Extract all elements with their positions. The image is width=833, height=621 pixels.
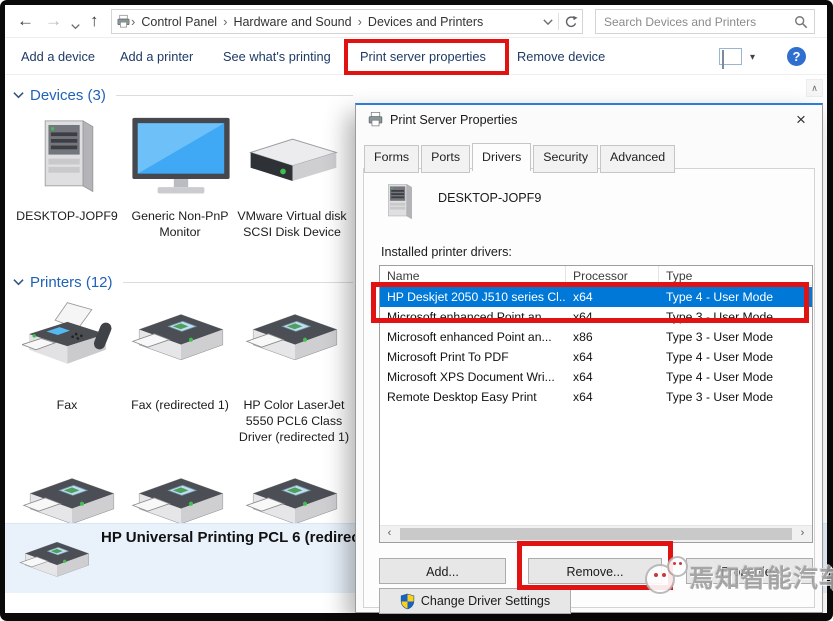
- printer-icon[interactable]: [131, 303, 231, 378]
- printer-icon: [19, 534, 95, 591]
- search-icon: [794, 15, 808, 29]
- driver-type: Type 4 - User Mode: [659, 367, 812, 387]
- disk-drive-icon[interactable]: [243, 133, 343, 196]
- driver-row[interactable]: Remote Desktop Easy Print x64 Type 3 - U…: [380, 387, 812, 407]
- add-button-label: Add...: [426, 565, 459, 579]
- printers-section-title: Printers (12): [30, 274, 113, 291]
- dialog-title: Print Server Properties: [390, 113, 517, 127]
- breadcrumb-control-panel[interactable]: Control Panel: [135, 15, 223, 29]
- devices-section-header[interactable]: Devices (3): [13, 85, 353, 105]
- tab-ports[interactable]: Ports: [421, 145, 470, 173]
- address-bar[interactable]: › Control Panel › Hardware and Sound › D…: [111, 9, 583, 34]
- address-dropdown-icon[interactable]: [543, 18, 553, 26]
- up-icon[interactable]: ↑: [90, 11, 99, 31]
- section-divider: [116, 95, 353, 96]
- dialog-tabs: Forms Ports Drivers Security Advanced: [364, 143, 677, 171]
- search-input[interactable]: [602, 14, 794, 30]
- watermark: 焉知智能汽车: [645, 556, 833, 598]
- driver-name: Microsoft enhanced Point an...: [380, 327, 566, 347]
- printer-label[interactable]: Fax: [11, 397, 123, 413]
- driver-row[interactable]: Microsoft Print To PDF x64 Type 4 - User…: [380, 347, 812, 367]
- section-divider: [123, 282, 353, 283]
- printer-label[interactable]: HP Color LaserJet 5550 PCL6 Class Driver…: [238, 397, 350, 445]
- remove-device-button[interactable]: Remove device: [517, 49, 605, 64]
- driver-processor: x64: [566, 367, 659, 387]
- computer-tower-icon[interactable]: [32, 109, 106, 206]
- printer-icon[interactable]: [245, 303, 345, 378]
- tab-forms[interactable]: Forms: [364, 145, 419, 173]
- driver-type: Type 3 - User Mode: [659, 387, 812, 407]
- driver-processor: x64: [566, 347, 659, 367]
- device-label[interactable]: Generic Non-PnP Monitor: [124, 208, 236, 240]
- printer-icon: [367, 111, 384, 133]
- device-label[interactable]: DESKTOP-JOPF9: [11, 208, 123, 224]
- monitor-icon[interactable]: [127, 113, 235, 206]
- driver-type: Type 3 - User Mode: [659, 327, 812, 347]
- thumbnail-icon: [722, 50, 724, 69]
- breadcrumb-hardware-and-sound[interactable]: Hardware and Sound: [227, 15, 357, 29]
- tab-advanced[interactable]: Advanced: [600, 145, 675, 173]
- printer-label[interactable]: Fax (redirected 1): [124, 397, 236, 413]
- driver-name: Microsoft Print To PDF: [380, 347, 566, 367]
- back-icon[interactable]: ←: [17, 11, 34, 31]
- help-button[interactable]: ?: [787, 47, 806, 66]
- view-options-icon[interactable]: [719, 48, 742, 65]
- horizontal-scrollbar[interactable]: ‹ ›: [380, 525, 812, 542]
- address-bar-divider: [558, 13, 559, 30]
- tab-drivers[interactable]: Drivers: [472, 143, 531, 171]
- watermark-text: 焉知智能汽车: [689, 559, 833, 595]
- collapse-chevron-icon: [13, 91, 24, 99]
- screenshot-frame: ← → ↑ › Control Panel › Hardware and Sou…: [0, 0, 833, 621]
- recent-pages-chevron-icon[interactable]: [71, 17, 80, 35]
- driver-type: Type 4 - User Mode: [659, 347, 812, 367]
- add-a-device-button[interactable]: Add a device: [21, 49, 95, 64]
- uac-shield-icon: [400, 593, 415, 610]
- driver-name: Microsoft XPS Document Wri...: [380, 367, 566, 387]
- scrollbar-up-icon[interactable]: ∧: [806, 79, 823, 97]
- breadcrumb-devices-and-printers[interactable]: Devices and Printers: [362, 15, 489, 29]
- forward-icon[interactable]: →: [45, 11, 62, 31]
- tab-security[interactable]: Security: [533, 145, 598, 173]
- change-driver-settings-label: Change Driver Settings: [421, 594, 550, 608]
- server-name: DESKTOP-JOPF9: [438, 191, 541, 205]
- devices-section-title: Devices (3): [30, 87, 106, 104]
- add-button[interactable]: Add...: [379, 558, 506, 584]
- scroll-right-icon[interactable]: ›: [794, 526, 811, 542]
- annotation-box-selected-driver: [371, 282, 809, 323]
- driver-processor: x64: [566, 387, 659, 407]
- refresh-icon[interactable]: [564, 15, 578, 29]
- devices-and-printers-icon: [116, 14, 131, 29]
- server-icon: [382, 179, 418, 228]
- driver-name: Remote Desktop Easy Print: [380, 387, 566, 407]
- navigation-bar: ← → ↑ › Control Panel › Hardware and Sou…: [5, 5, 827, 38]
- annotation-box-print-server-properties: [344, 39, 509, 75]
- see-whats-printing-button[interactable]: See what's printing: [223, 49, 331, 64]
- print-server-properties-dialog: Print Server Properties × Forms Ports Dr…: [355, 103, 823, 613]
- device-label[interactable]: VMware Virtual disk SCSI Disk Device: [236, 208, 348, 240]
- printers-section-header[interactable]: Printers (12): [13, 272, 353, 292]
- wechat-logo-icon: [645, 556, 689, 598]
- fax-icon[interactable]: [22, 300, 118, 381]
- collapse-chevron-icon: [13, 278, 24, 286]
- scroll-left-icon[interactable]: ‹: [381, 526, 398, 542]
- dialog-title-bar[interactable]: Print Server Properties ×: [356, 105, 822, 135]
- close-icon[interactable]: ×: [790, 110, 812, 130]
- driver-row[interactable]: Microsoft XPS Document Wri... x64 Type 4…: [380, 367, 812, 387]
- view-dropdown-icon[interactable]: ▾: [750, 52, 755, 63]
- scrollbar-thumb[interactable]: [400, 528, 792, 540]
- change-driver-settings-button[interactable]: Change Driver Settings: [379, 588, 571, 614]
- add-a-printer-button[interactable]: Add a printer: [120, 49, 193, 64]
- search-box[interactable]: [595, 9, 815, 34]
- installed-drivers-label: Installed printer drivers:: [381, 245, 512, 259]
- driver-processor: x86: [566, 327, 659, 347]
- driver-row[interactable]: Microsoft enhanced Point an... x86 Type …: [380, 327, 812, 347]
